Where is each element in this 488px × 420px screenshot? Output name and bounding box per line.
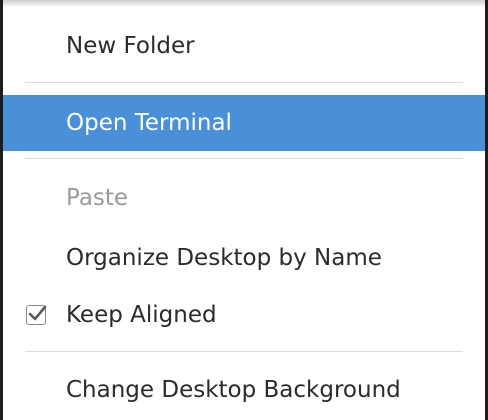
- menu-item-label: Keep Aligned: [66, 302, 217, 328]
- menu-item-label: Change Desktop Background: [66, 377, 401, 403]
- menu-separator: [25, 351, 463, 352]
- menu-item-label: Open Terminal: [66, 110, 232, 136]
- menu-item-change-background[interactable]: Change Desktop Background: [3, 362, 485, 418]
- menu-item-open-terminal[interactable]: Open Terminal: [3, 95, 485, 151]
- menu-separator: [25, 82, 463, 83]
- menu-item-label: Organize Desktop by Name: [66, 245, 382, 271]
- menu-item-new-folder[interactable]: New Folder: [3, 18, 485, 74]
- menu-item-label: New Folder: [66, 33, 195, 59]
- menu-item-paste[interactable]: Paste: [3, 170, 485, 226]
- menu-top-edge: [3, 0, 485, 6]
- menu-item-label: Paste: [66, 185, 129, 211]
- menu-item-keep-aligned[interactable]: Keep Aligned: [3, 287, 485, 343]
- menu-separator: [25, 158, 463, 159]
- checkbox-checked-icon[interactable]: [26, 305, 47, 325]
- menu-item-organize-desktop[interactable]: Organize Desktop by Name: [3, 230, 485, 286]
- desktop-context-menu: New Folder Open Terminal Paste Organize …: [0, 0, 488, 420]
